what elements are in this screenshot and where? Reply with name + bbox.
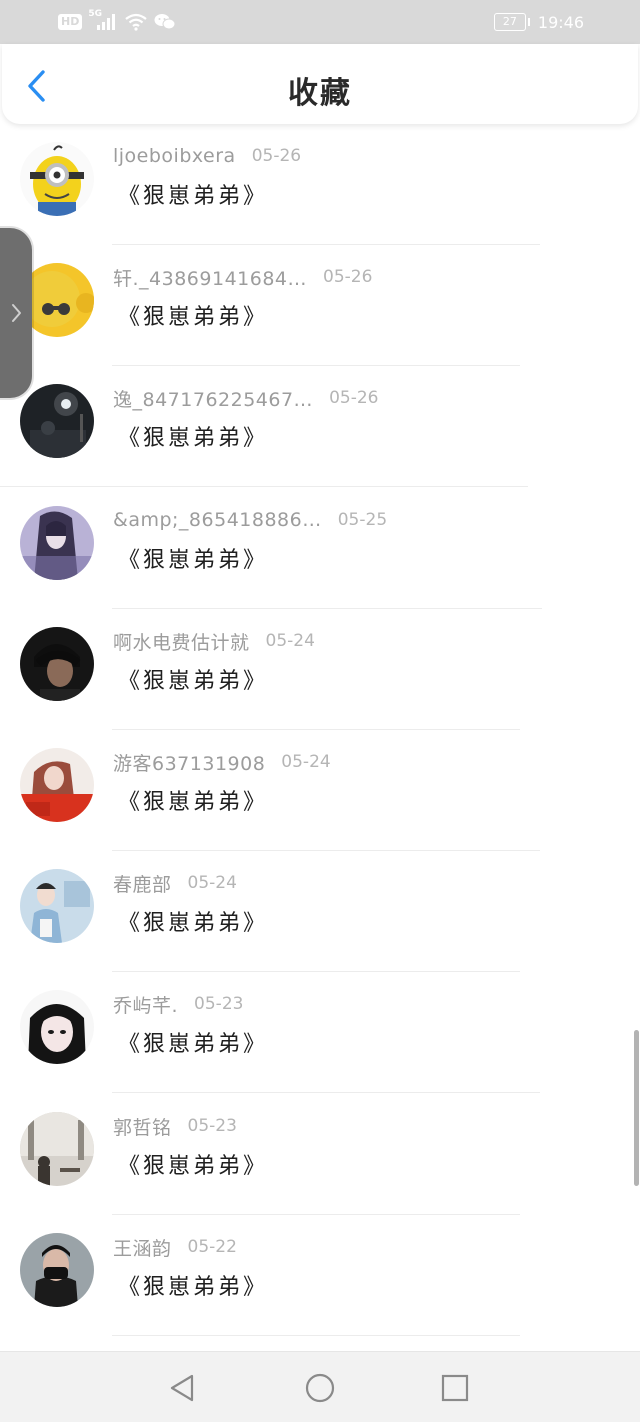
triangle-back-icon [170,1374,194,1402]
list-item[interactable]: ljoeboibxera 05-26 《狠崽弟弟》 [0,124,640,245]
list-item[interactable]: 郭哲铭 05-23 《狠崽弟弟》 [0,1094,640,1215]
favorite-title[interactable]: 《狠崽弟弟》 [118,663,268,695]
favorite-title[interactable]: 《狠崽弟弟》 [118,905,268,937]
username[interactable]: 乔屿芊. [113,991,178,1018]
wechat-icon [154,14,176,30]
date: 05-26 [251,146,302,166]
avatar[interactable] [20,869,94,943]
item-meta: 春鹿部 05-24 [113,869,237,897]
status-icons-right: 27 19:46 [493,11,584,33]
avatar[interactable] [20,1112,94,1186]
favorite-title[interactable]: 《狠崽弟弟》 [118,420,268,452]
favorite-title[interactable]: 《狠崽弟弟》 [118,1026,268,1058]
page-title: 收藏 [288,76,352,111]
favorites-list: ljoeboibxera 05-26 《狠崽弟弟》 轩._43869141684… [0,124,640,1352]
list-item[interactable]: 啊水电费估计就 05-24 《狠崽弟弟》 [0,609,640,730]
item-meta: ljoeboibxera 05-26 [113,142,301,170]
favorite-title[interactable]: 《狠崽弟弟》 [118,784,268,816]
status-time: 19:46 [537,12,584,32]
side-drawer-handle[interactable] [0,228,32,398]
username[interactable]: ljoeboibxera [113,145,236,167]
list-item[interactable]: 王涵韵 05-22 《狠崽弟弟》 [0,1215,640,1336]
divider [112,1092,540,1093]
avatar[interactable] [20,627,94,701]
item-meta: 轩._43869141684… 05-26 [113,263,372,291]
avatar[interactable] [20,748,94,822]
scrollbar[interactable] [634,1030,639,1186]
item-meta: &amp;_865418886… 05-25 [113,506,387,534]
favorite-title[interactable]: 《狠崽弟弟》 [118,1269,268,1301]
favorite-title[interactable]: 《狠崽弟弟》 [118,542,268,574]
date: 05-25 [337,510,388,530]
signal-icon: 5G [88,9,118,32]
item-meta: 游客637131908 05-24 [113,748,331,776]
divider [112,1335,520,1336]
date: 05-23 [187,1116,237,1136]
nav-recents-button[interactable] [435,1368,475,1408]
date: 05-24 [265,631,315,651]
favorite-title[interactable]: 《狠崽弟弟》 [118,178,268,210]
circle-home-icon [305,1373,335,1403]
hd-badge: HD [58,14,83,30]
username[interactable]: 郭哲铭 [113,1113,172,1140]
square-recents-icon [441,1374,469,1402]
favorite-title[interactable]: 《狠崽弟弟》 [118,1148,268,1180]
nav-home-button[interactable] [300,1368,340,1408]
chevron-right-icon [12,304,21,322]
item-meta: 乔屿芊. 05-23 [113,990,243,1018]
navigation-bar [0,1351,640,1422]
item-meta: 逸_847176225467… 05-26 [113,384,378,412]
date: 05-24 [187,873,237,893]
battery-icon: 27 [493,13,530,31]
date: 05-26 [329,388,379,408]
header: 收藏 [2,44,638,124]
avatar[interactable] [20,384,94,458]
username[interactable]: 春鹿部 [113,870,172,897]
username[interactable]: 轩._43869141684… [113,264,307,291]
list-item[interactable]: &amp;_865418886… 05-25 《狠崽弟弟》 [0,488,640,609]
date: 05-26 [323,267,373,287]
divider [0,486,528,487]
avatar[interactable] [20,1233,94,1307]
item-meta: 郭哲铭 05-23 [113,1112,237,1140]
status-bar: HD 5G 27 19:46 [0,0,640,44]
wifi-icon [125,13,148,31]
date: 05-22 [187,1237,237,1257]
username[interactable]: 游客637131908 [113,749,265,776]
username[interactable]: 啊水电费估计就 [113,628,250,655]
item-meta: 王涵韵 05-22 [113,1233,237,1261]
list-item[interactable]: 乔屿芊. 05-23 《狠崽弟弟》 [0,972,640,1093]
username[interactable]: 王涵韵 [113,1234,172,1261]
username[interactable]: 逸_847176225467… [113,385,313,412]
avatar[interactable] [20,506,94,580]
list-item[interactable]: 逸_847176225467… 05-26 《狠崽弟弟》 [0,366,640,487]
nav-back-button[interactable] [162,1368,202,1408]
avatar[interactable] [20,142,94,216]
list-item[interactable]: 游客637131908 05-24 《狠崽弟弟》 [0,730,640,851]
date: 05-23 [194,994,244,1014]
item-meta: 啊水电费估计就 05-24 [113,627,315,655]
avatar[interactable] [20,990,94,1064]
favorite-title[interactable]: 《狠崽弟弟》 [118,299,268,331]
username[interactable]: &amp;_865418886… [113,509,322,531]
status-icons-left: HD 5G [58,9,176,33]
date: 05-24 [281,752,331,772]
list-item[interactable]: 春鹿部 05-24 《狠崽弟弟》 [0,851,640,972]
list-item[interactable]: 轩._43869141684… 05-26 《狠崽弟弟》 [0,245,640,366]
